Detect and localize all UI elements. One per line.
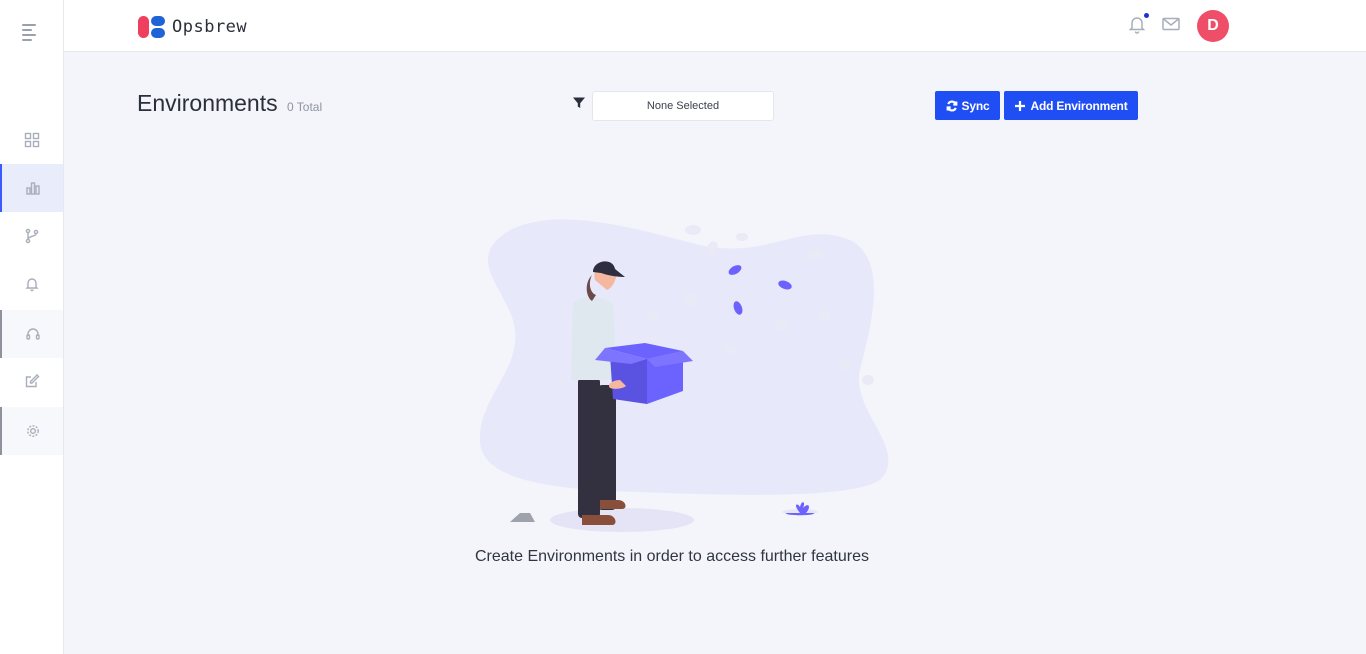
total-count: 0 Total — [287, 100, 323, 114]
git-branch-icon — [25, 228, 38, 244]
app-name: Opsbrew — [172, 17, 248, 37]
top-header: Opsbrew D — [64, 0, 1366, 52]
filter-select[interactable]: None Selected — [592, 91, 774, 121]
menu-toggle-icon[interactable] — [22, 24, 42, 41]
edit-icon — [25, 374, 39, 388]
sidebar-item-alerts[interactable] — [0, 260, 63, 308]
sidebar-item-edit[interactable] — [0, 357, 63, 405]
add-environment-button[interactable]: Add Environment — [1004, 91, 1138, 120]
logo-mark-icon — [138, 15, 166, 39]
bell-icon — [24, 278, 39, 292]
grid-icon — [24, 132, 39, 148]
sidebar-item-pipelines[interactable] — [0, 212, 63, 260]
add-environment-label: Add Environment — [1030, 98, 1128, 113]
bar-chart-icon — [25, 182, 40, 195]
headset-icon — [25, 328, 40, 340]
sidebar-item-settings[interactable] — [0, 407, 63, 455]
user-avatar[interactable]: D — [1197, 10, 1229, 42]
settings-icon — [26, 425, 39, 437]
sidebar-item-dashboard[interactable] — [0, 116, 63, 164]
page-title: Environments — [137, 90, 278, 116]
sync-label: Sync — [961, 98, 990, 113]
mail-icon — [1162, 17, 1180, 31]
app-logo[interactable]: Opsbrew — [138, 15, 247, 39]
notifications-button[interactable] — [1127, 13, 1149, 36]
notification-dot — [1144, 13, 1149, 18]
refresh-icon — [946, 100, 957, 111]
sync-button[interactable]: Sync — [935, 91, 1000, 120]
sidebar-item-support[interactable] — [0, 310, 63, 358]
plus-icon — [1015, 100, 1026, 111]
messages-button[interactable] — [1161, 14, 1183, 36]
empty-state-message: Create Environments in order to access f… — [475, 548, 869, 565]
sidebar-item-environments[interactable] — [0, 164, 63, 212]
empty-state-illustration — [479, 219, 889, 532]
filter-icon — [573, 97, 585, 108]
